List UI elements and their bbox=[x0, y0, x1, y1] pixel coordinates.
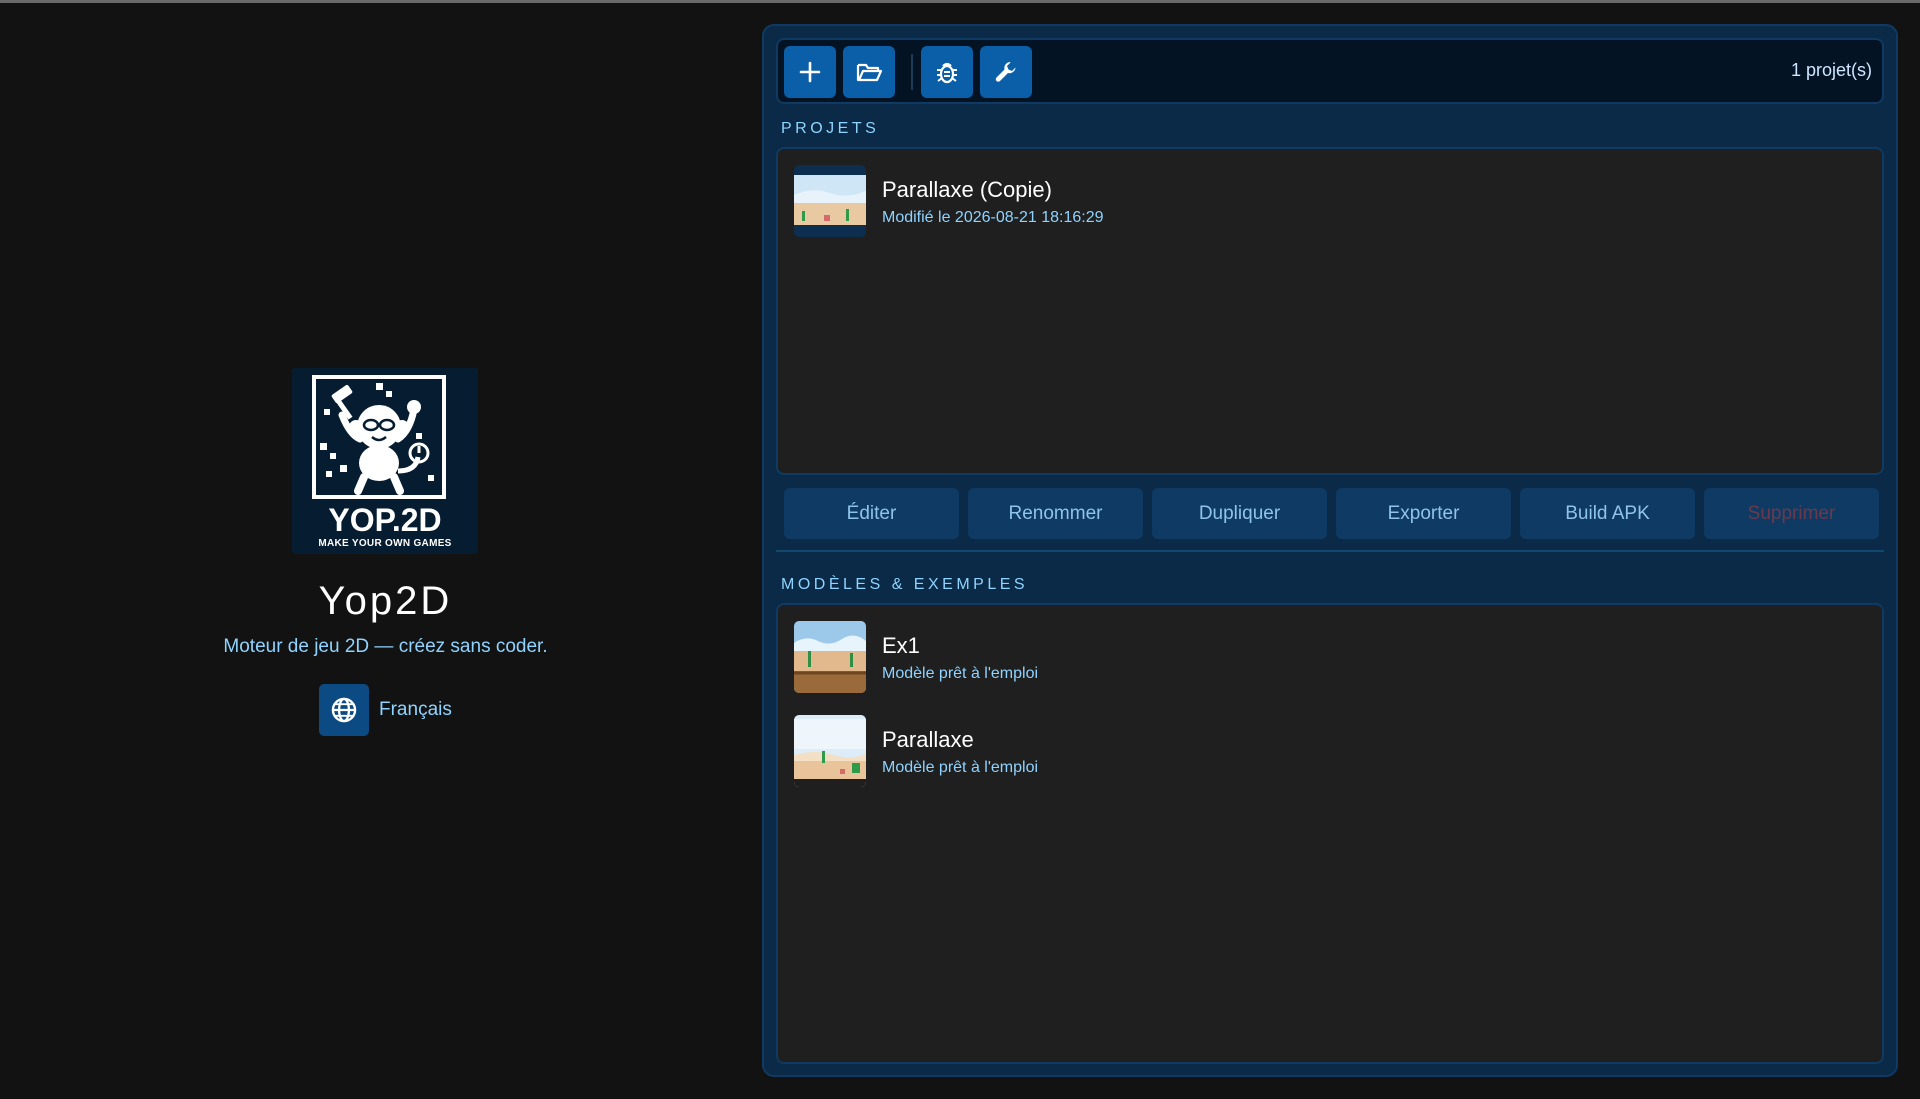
settings-tools-button[interactable] bbox=[980, 46, 1032, 98]
projects-list: Parallaxe (Copie) Modifié le 2026-08-21 … bbox=[776, 147, 1884, 475]
template-item[interactable]: Parallaxe Modèle prêt à l'emploi bbox=[794, 715, 1854, 789]
app-logo: YOP.2D MAKE YOUR OWN GAMES bbox=[292, 368, 478, 554]
templates-list: Ex1 Modèle prêt à l'emploi Parallaxe Mod… bbox=[776, 603, 1884, 1064]
welcome-pane: YOP.2D MAKE YOUR OWN GAMES Yop2D Moteur … bbox=[0, 3, 763, 1099]
template-item[interactable]: Ex1 Modèle prêt à l'emploi bbox=[794, 621, 1854, 695]
language-button[interactable] bbox=[319, 684, 369, 736]
toolbar-separator bbox=[911, 54, 913, 90]
desert-scene-thumbnail-icon bbox=[794, 715, 866, 787]
app-name: Yop2D bbox=[318, 579, 453, 623]
template-subtitle: Modèle prêt à l'emploi bbox=[882, 759, 1039, 776]
debug-button[interactable] bbox=[921, 46, 973, 98]
project-thumbnail bbox=[794, 165, 866, 237]
project-item[interactable]: Parallaxe (Copie) Modifié le 2026-08-21 … bbox=[794, 165, 1854, 239]
project-actions: Éditer Renommer Dupliquer Exporter Build… bbox=[784, 488, 1880, 539]
desert-scene-thumbnail-icon bbox=[794, 165, 866, 237]
open-project-button[interactable] bbox=[843, 46, 895, 98]
folder-open-icon bbox=[856, 63, 883, 82]
duplicate-button[interactable]: Dupliquer bbox=[1152, 488, 1327, 539]
build-apk-button[interactable]: Build APK bbox=[1520, 488, 1695, 539]
project-modified-date: Modifié le 2026-08-21 18:16:29 bbox=[882, 209, 1104, 226]
logo-title: YOP.2D bbox=[328, 502, 442, 538]
logo-frame bbox=[312, 375, 446, 499]
delete-button[interactable]: Supprimer bbox=[1704, 488, 1879, 539]
project-title: Parallaxe (Copie) bbox=[882, 177, 1052, 202]
rename-button[interactable]: Renommer bbox=[968, 488, 1143, 539]
edit-button[interactable]: Éditer bbox=[784, 488, 959, 539]
section-divider bbox=[776, 550, 1884, 552]
logo-subtitle: MAKE YOUR OWN GAMES bbox=[318, 538, 452, 549]
template-thumbnail bbox=[794, 715, 866, 787]
app-tagline: Moteur de jeu 2D — créez sans coder. bbox=[223, 636, 548, 657]
plus-icon bbox=[799, 61, 821, 83]
projects-section-label: PROJETS bbox=[781, 120, 880, 137]
toolbar: 1 projet(s) bbox=[776, 38, 1884, 104]
project-manager-panel: 1 projet(s) PROJETS Parallaxe (Copie) Mo… bbox=[762, 24, 1898, 1077]
new-project-button[interactable] bbox=[784, 46, 836, 98]
bug-icon bbox=[937, 62, 957, 84]
wrench-icon bbox=[995, 62, 1016, 82]
language-selector[interactable]: Français bbox=[319, 684, 452, 736]
template-thumbnail bbox=[794, 621, 866, 693]
export-button[interactable]: Exporter bbox=[1336, 488, 1511, 539]
language-label[interactable]: Français bbox=[379, 699, 452, 721]
monkey-mascot-icon bbox=[320, 383, 434, 495]
globe-icon bbox=[331, 697, 357, 723]
desert-scene-thumbnail-icon bbox=[794, 621, 866, 693]
template-title: Ex1 bbox=[882, 633, 920, 658]
project-count: 1 projet(s) bbox=[1790, 60, 1872, 80]
template-subtitle: Modèle prêt à l'emploi bbox=[882, 665, 1039, 682]
template-title: Parallaxe bbox=[882, 727, 974, 752]
templates-section-label: MODÈLES & EXEMPLES bbox=[781, 576, 1029, 593]
